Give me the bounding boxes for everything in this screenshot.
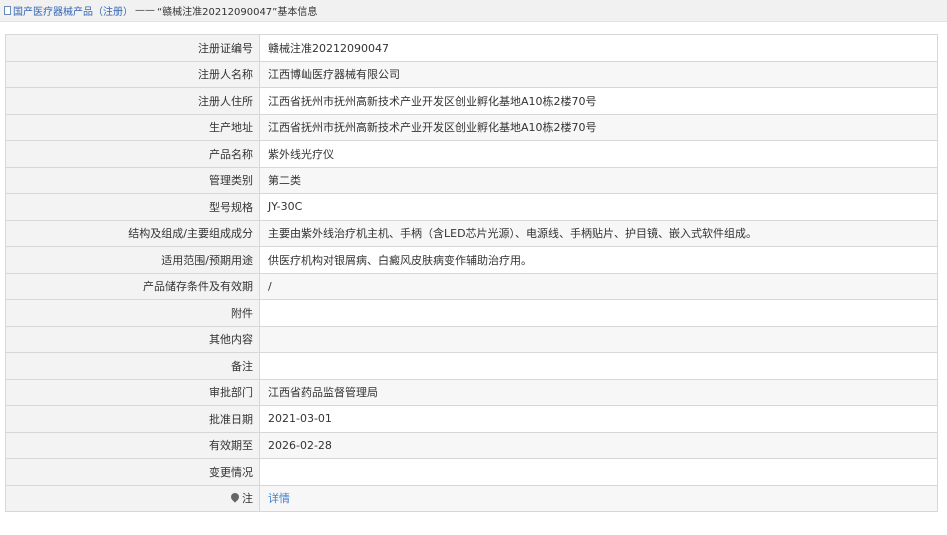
details-link[interactable]: 详情: [268, 492, 290, 505]
row-label: 适用范围/预期用途: [5, 246, 260, 274]
table-row: 产品储存条件及有效期 /: [5, 272, 938, 300]
table-row: 注册人住所 江西省抚州市抚州高新技术产业开发区创业孵化基地A10栋2楼70号: [5, 87, 938, 115]
table-row: 审批部门 江西省药品监督管理局: [5, 378, 938, 406]
table-row: 注册人名称 江西博屾医疗器械有限公司: [5, 60, 938, 88]
row-label: 注册证编号: [5, 34, 260, 62]
table-row: 产品名称 紫外线光疗仪: [5, 140, 938, 168]
detail-table: 注册证编号 赣械注准20212090047 注册人名称 江西博屾医疗器械有限公司…: [5, 34, 938, 512]
row-value: /: [259, 272, 938, 300]
row-label: 产品名称: [5, 140, 260, 168]
note-label: 注: [242, 492, 253, 506]
row-value: 2026-02-28: [259, 431, 938, 459]
breadcrumb: 国产医疗器械产品（注册） —— “赣械注准20212090047”基本信息: [0, 0, 947, 22]
row-label: 其他内容: [5, 325, 260, 353]
breadcrumb-section-link[interactable]: 国产医疗器械产品（注册）: [13, 3, 133, 18]
row-value: 江西省药品监督管理局: [259, 378, 938, 406]
row-label: 审批部门: [5, 378, 260, 406]
document-icon: [4, 6, 11, 15]
table-row: 其他内容: [5, 325, 938, 353]
row-value: 赣械注准20212090047: [259, 34, 938, 62]
row-label: 附件: [5, 299, 260, 327]
breadcrumb-current: “赣械注准20212090047”基本信息: [157, 7, 318, 18]
table-row: 备注: [5, 352, 938, 380]
row-value: 2021-03-01: [259, 405, 938, 433]
row-value: 江西省抚州市抚州高新技术产业开发区创业孵化基地A10栋2楼70号: [259, 113, 938, 141]
table-row: 注册证编号 赣械注准20212090047: [5, 34, 938, 62]
row-label: 备注: [5, 352, 260, 380]
row-label: 管理类别: [5, 166, 260, 194]
row-label: 注册人住所: [5, 87, 260, 115]
row-value: [259, 325, 938, 353]
table-row: 附件: [5, 299, 938, 327]
row-value: 紫外线光疗仪: [259, 140, 938, 168]
breadcrumb-separator: ——: [135, 5, 155, 16]
row-label: 结构及组成/主要组成成分: [5, 219, 260, 247]
row-value: 第二类: [259, 166, 938, 194]
table-row: 结构及组成/主要组成成分 主要由紫外线治疗机主机、手柄（含LED芯片光源）、电源…: [5, 219, 938, 247]
row-label: 有效期至: [5, 431, 260, 459]
table-row: 型号规格 JY-30C: [5, 193, 938, 221]
row-value: 江西博屾医疗器械有限公司: [259, 60, 938, 88]
note-row: 注 详情: [5, 484, 938, 512]
row-value: [259, 352, 938, 380]
row-label: 变更情况: [5, 458, 260, 486]
row-value: [259, 299, 938, 327]
row-label: 注册人名称: [5, 60, 260, 88]
row-label: 批准日期: [5, 405, 260, 433]
note-label-cell: 注: [5, 484, 260, 512]
table-row: 有效期至 2026-02-28: [5, 431, 938, 459]
row-value: [259, 458, 938, 486]
table-row: 变更情况: [5, 458, 938, 486]
row-value: JY-30C: [259, 193, 938, 221]
row-label: 型号规格: [5, 193, 260, 221]
table-row: 管理类别 第二类: [5, 166, 938, 194]
row-value: 江西省抚州市抚州高新技术产业开发区创业孵化基地A10栋2楼70号: [259, 87, 938, 115]
row-label: 产品储存条件及有效期: [5, 272, 260, 300]
table-row: 适用范围/预期用途 供医疗机构对银屑病、白癜风皮肤病变作辅助治疗用。: [5, 246, 938, 274]
table-row: 生产地址 江西省抚州市抚州高新技术产业开发区创业孵化基地A10栋2楼70号: [5, 113, 938, 141]
row-label: 生产地址: [5, 113, 260, 141]
row-value: 供医疗机构对银屑病、白癜风皮肤病变作辅助治疗用。: [259, 246, 938, 274]
row-value: 主要由紫外线治疗机主机、手柄（含LED芯片光源）、电源线、手柄贴片、护目镜、嵌入…: [259, 219, 938, 247]
note-value-cell: 详情: [259, 484, 938, 512]
table-row: 批准日期 2021-03-01: [5, 405, 938, 433]
pin-icon: [229, 491, 241, 503]
